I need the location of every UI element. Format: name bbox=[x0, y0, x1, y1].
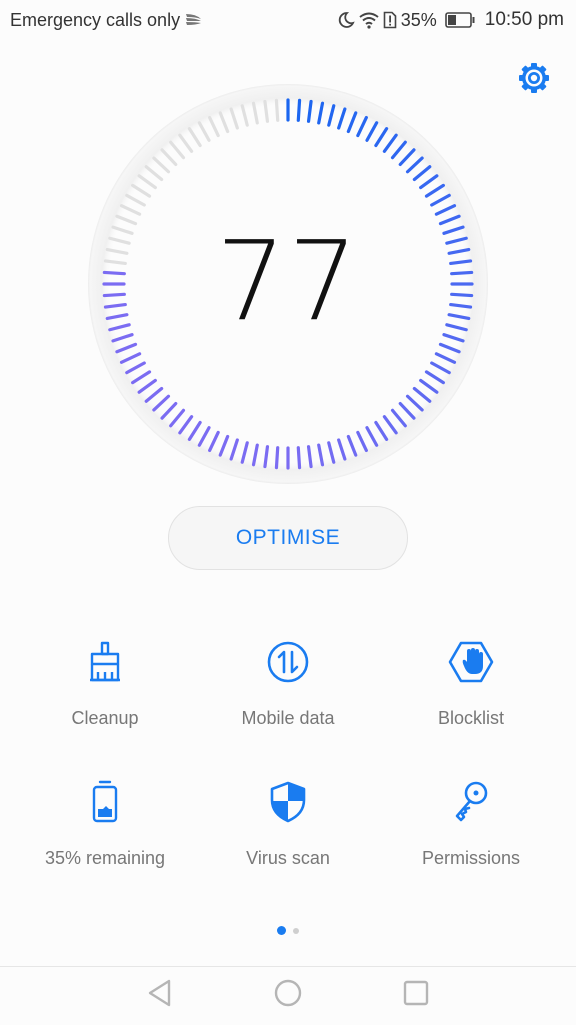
tool-label: Mobile data bbox=[241, 708, 335, 728]
tool-cleanup[interactable]: Cleanup bbox=[9, 630, 201, 750]
tool-permissions[interactable]: Permissions bbox=[375, 770, 567, 890]
home-icon bbox=[274, 979, 302, 1012]
tool-label: Cleanup bbox=[71, 708, 139, 728]
moon-icon bbox=[337, 11, 355, 29]
page-indicator bbox=[0, 926, 576, 935]
battery-icon bbox=[81, 778, 129, 826]
clock: 10:50 pm bbox=[484, 9, 564, 30]
tool-mobile-data[interactable]: Mobile data bbox=[192, 630, 384, 750]
key-icon bbox=[447, 778, 495, 826]
home-button[interactable] bbox=[268, 975, 308, 1015]
score-gauge: 77 bbox=[86, 82, 490, 486]
tool-virus-scan[interactable]: Virus scan bbox=[192, 770, 384, 890]
recents-icon bbox=[403, 980, 429, 1011]
swiftkey-icon bbox=[184, 10, 204, 31]
battery-percent: 35% bbox=[400, 9, 437, 30]
wifi-icon bbox=[359, 11, 379, 29]
tool-label: Permissions bbox=[421, 848, 521, 868]
back-icon bbox=[147, 978, 173, 1013]
page-dot-active[interactable] bbox=[277, 926, 286, 935]
tool-label: Blocklist bbox=[437, 708, 504, 728]
navigation-bar bbox=[0, 966, 576, 1025]
tool-blocklist[interactable]: Blocklist bbox=[375, 630, 567, 750]
gear-icon bbox=[516, 63, 552, 100]
score-value: 77 bbox=[216, 217, 360, 345]
tool-label: Virus scan bbox=[246, 848, 330, 868]
recents-button[interactable] bbox=[396, 975, 436, 1015]
brush-icon bbox=[81, 638, 129, 686]
shield-icon bbox=[264, 778, 312, 826]
carrier-text: Emergency calls only bbox=[10, 9, 181, 30]
settings-button[interactable] bbox=[516, 60, 552, 96]
page-dot[interactable] bbox=[293, 927, 299, 934]
tool-battery[interactable]: 35% remaining bbox=[9, 770, 201, 890]
back-button[interactable] bbox=[140, 975, 180, 1015]
battery-icon bbox=[444, 12, 475, 28]
tool-label: 35% remaining bbox=[44, 848, 166, 868]
sim-alert-icon bbox=[383, 11, 397, 29]
optimise-button[interactable]: OPTIMISE bbox=[168, 506, 408, 570]
status-bar: Emergency calls only 35% 10:50 pm bbox=[0, 0, 576, 40]
hand-stop-icon bbox=[447, 638, 495, 686]
data-transfer-icon bbox=[264, 638, 312, 686]
